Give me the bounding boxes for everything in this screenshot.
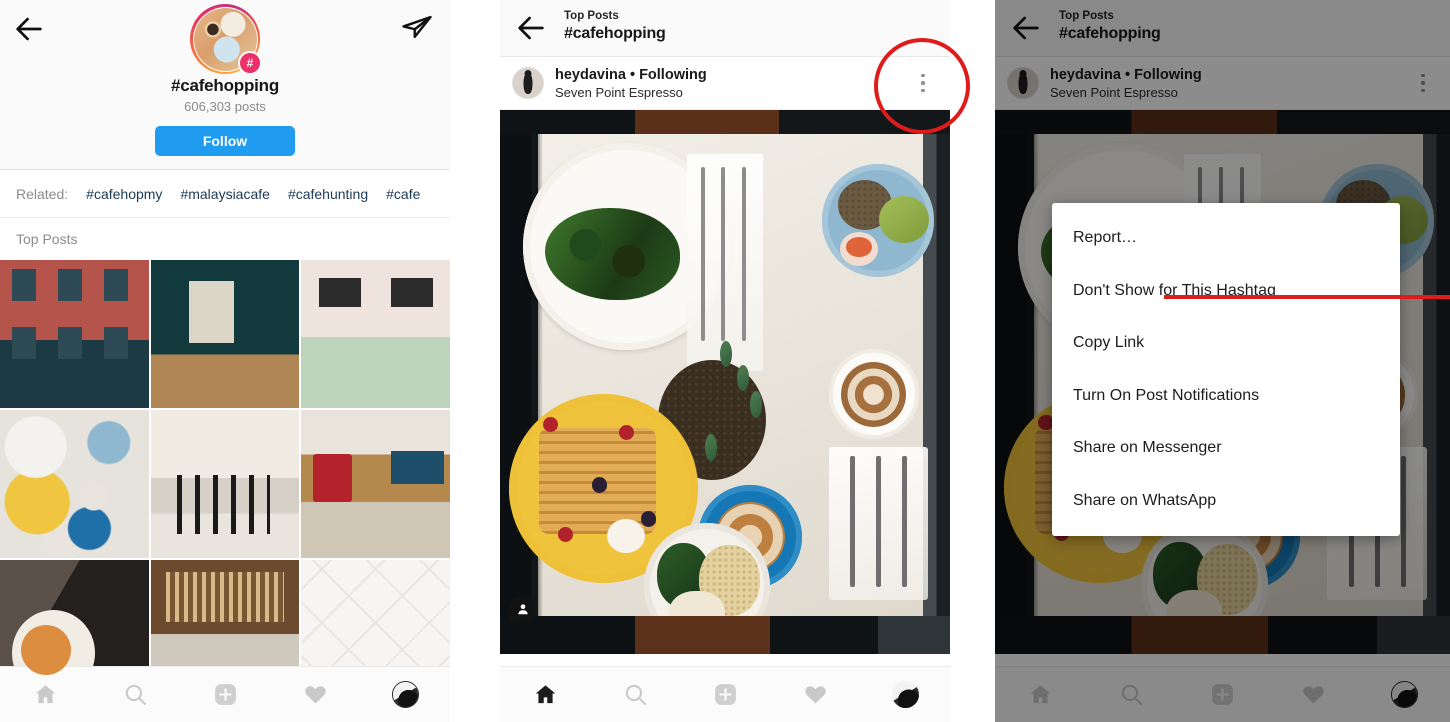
back-arrow-icon[interactable]: [514, 11, 548, 45]
post-username-line[interactable]: heydavina • Following: [555, 66, 707, 84]
follow-state[interactable]: Following: [639, 67, 707, 83]
grid-tile-4[interactable]: [150, 410, 300, 558]
food-cappuccino-cup: [828, 349, 919, 440]
hashtag-avatar[interactable]: #: [190, 4, 262, 75]
food-blue-bowl: [821, 164, 935, 277]
three-dots-icon[interactable]: [912, 70, 934, 96]
topbar-title: #cafehopping: [564, 25, 666, 42]
food-knives-napkin: [828, 447, 928, 600]
bottom-navigation-bar: [500, 666, 950, 722]
related-tag-3[interactable]: #cafe: [386, 186, 420, 202]
add-post-icon[interactable]: [203, 673, 247, 717]
search-icon[interactable]: [613, 673, 657, 717]
avatar: [891, 681, 919, 708]
profile-avatar-icon[interactable]: [383, 673, 427, 717]
home-icon[interactable]: [23, 673, 67, 717]
topbar-texts: Top Posts #cafehopping: [564, 9, 666, 44]
grid-tile-3[interactable]: [0, 410, 149, 558]
grid-tile-0[interactable]: [0, 260, 149, 408]
menu-item-share-on-messenger[interactable]: Share on Messenger: [1052, 422, 1400, 475]
hashtag-explore-screen: # #cafehopping 606,303 posts Follow Rela…: [0, 0, 450, 722]
back-arrow-icon[interactable]: [12, 12, 46, 46]
person-tag-icon[interactable]: [510, 596, 536, 622]
profile-avatar-icon[interactable]: [883, 673, 927, 717]
related-tag-0[interactable]: #cafehopmy: [86, 186, 162, 202]
menu-item-dont-show-for-this-hashtag[interactable]: Don't Show for This Hashtag: [1052, 265, 1400, 318]
user-avatar[interactable]: [512, 67, 544, 99]
post-location[interactable]: Seven Point Espresso: [555, 84, 707, 101]
post-header: heydavina • Following Seven Point Espres…: [500, 57, 950, 110]
heart-icon[interactable]: [793, 673, 837, 717]
grid-tile-2[interactable]: [301, 260, 450, 408]
menu-item-share-on-whatsapp[interactable]: Share on WhatsApp: [1052, 475, 1400, 528]
grid-tile-5[interactable]: [301, 410, 450, 558]
screenshot-stage: # #cafehopping 606,303 posts Follow Rela…: [0, 0, 1450, 722]
topbar-subtitle: Top Posts: [564, 10, 619, 22]
search-icon[interactable]: [113, 673, 157, 717]
post-topbar: Top Posts #cafehopping: [500, 0, 950, 57]
menu-item-copy-link[interactable]: Copy Link: [1052, 317, 1400, 370]
page-title: #cafehopping: [170, 76, 280, 95]
post-options-menu-screen: Top Posts #cafehopping heydavina • Follo…: [995, 0, 1450, 722]
follow-button[interactable]: Follow: [155, 126, 295, 156]
add-post-icon[interactable]: [703, 673, 747, 717]
post-options-menu: Report… Don't Show for This Hashtag Copy…: [1052, 203, 1400, 536]
separator-dot: •: [629, 66, 636, 83]
post-detail-screen: Top Posts #cafehopping heydavina • Follo…: [500, 0, 950, 722]
bottom-navigation-bar: [0, 666, 450, 722]
posts-grid: [0, 260, 450, 708]
avatar: [391, 681, 419, 708]
direct-share-icon[interactable]: [400, 10, 434, 44]
post-count: 606,303 posts: [184, 99, 266, 114]
food-cutlery-napkin: [686, 153, 764, 372]
heart-icon[interactable]: [293, 673, 337, 717]
top-posts-label: Top Posts: [0, 218, 450, 260]
home-icon[interactable]: [523, 673, 567, 717]
related-tag-2[interactable]: #cafehunting: [288, 186, 368, 202]
hashtag-header: # #cafehopping 606,303 posts Follow: [0, 0, 450, 170]
post-photo[interactable]: [500, 110, 950, 654]
menu-item-turn-on-post-notifications[interactable]: Turn On Post Notifications: [1052, 370, 1400, 423]
related-label: Related:: [16, 185, 69, 202]
hashtag-badge-icon: #: [238, 51, 262, 75]
menu-item-report[interactable]: Report…: [1052, 212, 1400, 265]
related-hashtags-row[interactable]: Related: #cafehopmy #malaysiacafe #cafeh…: [0, 170, 450, 218]
related-tag-1[interactable]: #malaysiacafe: [180, 186, 270, 202]
post-meta: heydavina • Following Seven Point Espres…: [555, 66, 707, 101]
grid-tile-1[interactable]: [150, 260, 300, 408]
username[interactable]: heydavina: [555, 67, 626, 83]
